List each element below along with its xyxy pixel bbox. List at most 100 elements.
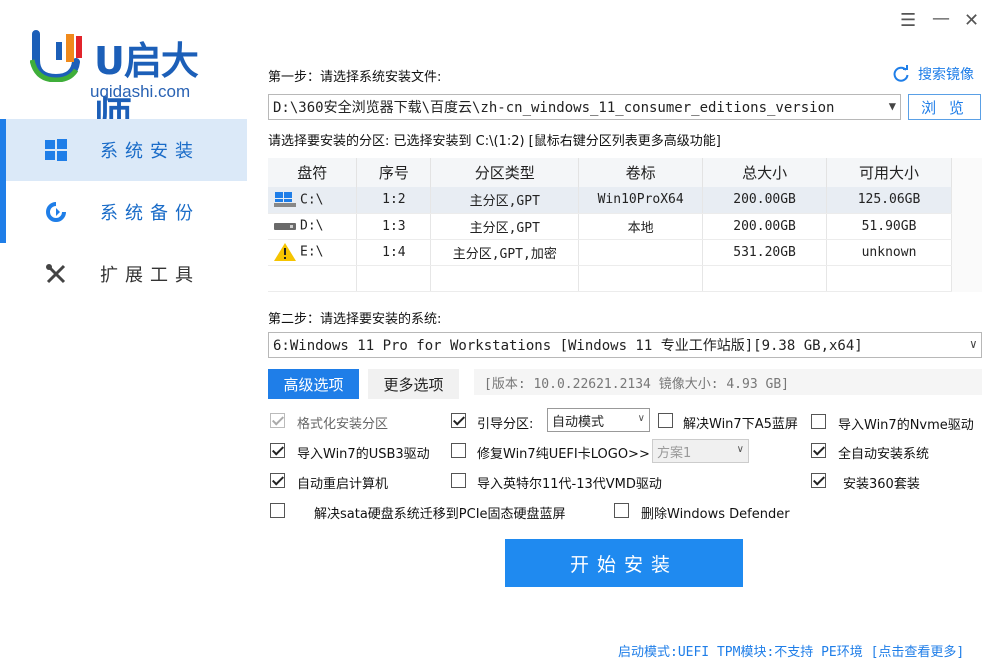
type-cell: 主分区,GPT,加密 — [430, 239, 580, 266]
type-cell: 主分区,GPT — [430, 213, 580, 240]
drive-cell: E:\ — [268, 239, 358, 266]
sidebar-item-extension-tools[interactable]: 扩展工具 — [0, 243, 247, 305]
logo-url: uqidashi.com — [90, 82, 191, 101]
windows-icon — [44, 138, 68, 162]
drive-letter: D:\ — [300, 218, 324, 234]
full-auto-install-label: 全自动安装系统 — [838, 447, 930, 462]
tab-advanced-options[interactable]: 高级选项 — [268, 369, 359, 399]
minimize-icon[interactable]: — — [932, 8, 950, 29]
column-header: 总大小 — [702, 158, 828, 187]
table-scroll-gutter — [952, 158, 982, 292]
fix-win7-uefi-label: 修复Win7纯UEFI卡LOGO>> — [477, 447, 650, 462]
sidebar-item-label: 系统安装 — [100, 141, 200, 162]
table-row[interactable]: C:\ 1:2 主分区,GPT Win10ProX64 200.00GB 125… — [268, 187, 952, 214]
total-cell: 200.00GB — [702, 187, 828, 214]
index-cell: 1:3 — [356, 213, 432, 240]
remove-defender-checkbox[interactable] — [614, 503, 629, 518]
chevron-down-icon: ∨ — [969, 337, 977, 351]
scheme-value: 方案1 — [657, 445, 692, 461]
status-bar-link[interactable]: 启动模式:UEFI TPM模块:不支持 PE环境 [点击查看更多] — [618, 641, 964, 660]
import-win7-usb3-label: 导入Win7的USB3驱动 — [297, 447, 430, 462]
drive-cell: C:\ — [268, 187, 358, 214]
warning-drive-icon — [274, 243, 296, 261]
start-install-button[interactable]: 开始安装 — [505, 539, 743, 587]
auto-reboot-checkbox[interactable] — [270, 473, 285, 488]
install-file-path: D:\360安全浏览器下载\百度云\zh-cn_windows_11_consu… — [273, 100, 835, 116]
search-mirror-link[interactable]: 搜索镜像 — [892, 64, 974, 84]
table-header-row: 盘符 序号 分区类型 卷标 总大小 可用大小 — [268, 158, 952, 187]
label-cell: 本地 — [578, 213, 704, 240]
index-cell: 1:2 — [356, 187, 432, 214]
drive-letter: C:\ — [300, 192, 324, 208]
remove-defender-label: 删除Windows Defender — [641, 507, 790, 522]
disk-drive-icon — [274, 223, 296, 230]
intel-vmd-driver-label: 导入英特尔11代-13代VMD驱动 — [477, 477, 662, 492]
install-file-select[interactable]: D:\360安全浏览器下载\百度云\zh-cn_windows_11_consu… — [268, 94, 901, 120]
format-partition-checkbox[interactable] — [270, 413, 285, 428]
total-cell: 531.20GB — [702, 239, 828, 266]
column-header: 可用大小 — [826, 158, 952, 187]
import-win7-usb3-checkbox[interactable] — [270, 443, 285, 458]
sidebar-item-system-install[interactable]: 系统安装 — [0, 119, 247, 181]
system-select[interactable]: 6:Windows 11 Pro for Workstations [Windo… — [268, 332, 982, 358]
sidebar-item-system-backup[interactable]: 系统备份 — [0, 181, 247, 243]
table-row[interactable]: E:\ 1:4 主分区,GPT,加密 531.20GB unknown — [268, 239, 952, 266]
table-row-empty — [268, 265, 952, 292]
intel-vmd-driver-checkbox[interactable] — [451, 473, 466, 488]
free-cell: 125.06GB — [826, 187, 952, 214]
total-cell: 200.00GB — [702, 213, 828, 240]
partition-hint: 请选择要安装的分区: 已选择安装到 C:\(1:2) [鼠标右键分区列表更多高级… — [268, 134, 721, 149]
chevron-down-icon: ∨ — [736, 444, 744, 455]
refresh-icon — [893, 65, 909, 82]
column-header: 序号 — [356, 158, 432, 187]
install-360-checkbox[interactable] — [811, 473, 826, 488]
sidebar-item-label: 系统备份 — [100, 203, 200, 224]
column-header: 卷标 — [578, 158, 704, 187]
label-cell — [578, 239, 704, 266]
step2-label: 第二步：请选择要安装的系统: — [268, 312, 442, 327]
windows-drive-icon — [274, 191, 296, 207]
search-mirror-label: 搜索镜像 — [918, 67, 974, 83]
fix-sata-bsod-label: 解决sata硬盘系统迁移到PCIe固态硬盘蓝屏 — [314, 507, 566, 522]
label-cell: Win10ProX64 — [578, 187, 704, 214]
sidebar-item-label: 扩展工具 — [100, 265, 200, 286]
tab-more-options[interactable]: 更多选项 — [368, 369, 459, 399]
version-info: [版本: 10.0.22621.2134 镜像大小: 4.93 GB] — [474, 369, 982, 395]
system-select-value: 6:Windows 11 Pro for Workstations [Windo… — [273, 338, 863, 354]
brand-logo: U启大师 uqidashi.com — [30, 28, 220, 138]
close-icon[interactable]: ✕ — [964, 10, 979, 31]
import-win7-nvme-label: 导入Win7的Nvme驱动 — [838, 418, 974, 433]
type-cell: 主分区,GPT — [430, 187, 580, 214]
fix-sata-bsod-checkbox[interactable] — [270, 503, 285, 518]
chevron-down-icon: ∨ — [637, 413, 645, 424]
partition-table: 盘符 序号 分区类型 卷标 总大小 可用大小 C:\ 1:2 主分区,GPT W… — [268, 158, 952, 292]
chevron-down-icon: ▼ — [888, 99, 896, 113]
install-360-label: 安装360套装 — [843, 477, 920, 492]
free-cell: 51.90GB — [826, 213, 952, 240]
column-header: 盘符 — [268, 158, 358, 187]
scheme-select[interactable]: 方案1 ∨ — [652, 439, 749, 463]
boot-mode-select[interactable]: 自动模式 ∨ — [547, 408, 650, 432]
index-cell: 1:4 — [356, 239, 432, 266]
free-cell: unknown — [826, 239, 952, 266]
full-auto-install-checkbox[interactable] — [811, 443, 826, 458]
boot-partition-checkbox[interactable] — [451, 413, 466, 428]
auto-reboot-label: 自动重启计算机 — [297, 477, 389, 492]
logo-mark-icon — [30, 30, 82, 82]
fix-win7-uefi-checkbox[interactable] — [451, 443, 466, 458]
drive-cell: D:\ — [268, 213, 358, 240]
fix-win7-a5-label: 解决Win7下A5蓝屏 — [683, 417, 798, 432]
fix-win7-a5-checkbox[interactable] — [658, 413, 673, 428]
table-row[interactable]: D:\ 1:3 主分区,GPT 本地 200.00GB 51.90GB — [268, 213, 952, 240]
browse-button[interactable]: 浏 览 — [908, 94, 981, 120]
boot-partition-label: 引导分区: — [477, 417, 534, 432]
backup-refresh-icon — [44, 200, 68, 224]
tools-icon — [44, 262, 68, 286]
step1-label: 第一步：请选择系统安装文件: — [268, 70, 442, 85]
format-partition-label: 格式化安装分区 — [297, 417, 389, 432]
column-header: 分区类型 — [430, 158, 580, 187]
import-win7-nvme-checkbox[interactable] — [811, 414, 826, 429]
sidebar: U启大师 uqidashi.com 系统安装 系统备份 扩展工具 — [0, 0, 247, 666]
drive-letter: E:\ — [300, 244, 324, 260]
menu-icon[interactable]: ☰ — [900, 10, 916, 31]
